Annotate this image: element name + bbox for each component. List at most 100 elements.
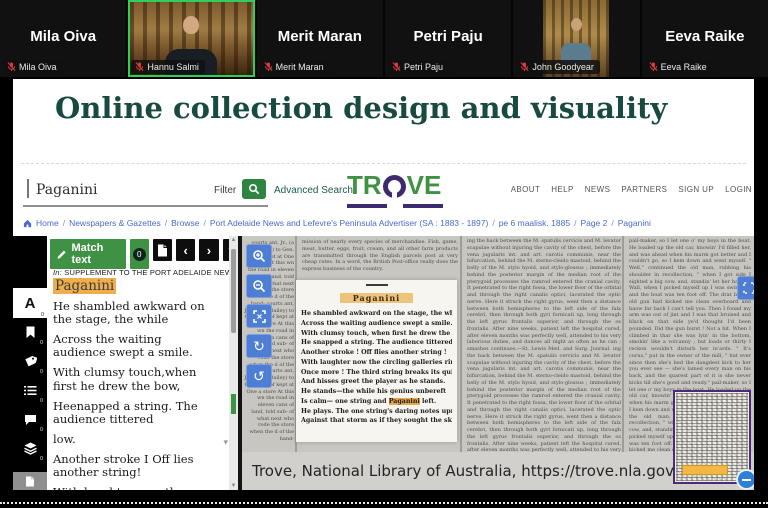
bookmark-icon — [26, 326, 34, 338]
list-button[interactable]: 0 — [13, 376, 47, 405]
menu-help[interactable]: HELP — [551, 185, 574, 194]
layers-icon — [23, 442, 37, 455]
search-input[interactable]: Paganini — [36, 182, 97, 198]
article-body: He shambled awkward on the stage, the wh… — [301, 310, 452, 425]
filter-button[interactable]: Filter — [214, 185, 236, 196]
transcription-panel: Match text 0 ‹ › ? In: SUPPLEMENT TO THE… — [47, 236, 229, 490]
text-line: Another stroke I Off lies another string… — [53, 451, 194, 480]
participant-label: Petri Paju — [387, 60, 450, 74]
zoom-out-button[interactable] — [246, 274, 272, 298]
pencil-icon — [57, 250, 66, 259]
mic-muted-icon — [520, 62, 529, 72]
divider — [21, 163, 746, 164]
previous-article-button[interactable]: ‹ — [175, 238, 197, 262]
menu-login[interactable]: LOGIN — [725, 185, 752, 194]
participant-tile[interactable]: Eeva Raike Eeva Raike — [641, 0, 768, 77]
menu-signup[interactable]: SIGN UP — [678, 185, 714, 194]
article-title-highlight: Paganini — [339, 293, 414, 303]
expand-view-button[interactable] — [737, 276, 754, 300]
participant-tile[interactable]: John Goodyear — [513, 0, 640, 77]
expand-icon — [743, 282, 754, 294]
search-icon — [248, 183, 260, 195]
correction-count-badge: 0 — [132, 247, 146, 261]
text-line: Heenapped a string. The audience tittere… — [53, 398, 198, 426]
participant-label: Eeva Raike — [644, 60, 713, 74]
breadcrumb-newspaper-title[interactable]: Port Adelaide News and Lefevre's Peninsu… — [210, 218, 489, 228]
breadcrumb-home[interactable]: Home — [36, 218, 59, 228]
match-text-button[interactable]: Match text — [49, 238, 127, 270]
scroll-up-icon[interactable]: ▲ — [229, 237, 238, 243]
participant-tile-active-speaker[interactable]: Hannu Salmi — [128, 0, 255, 77]
breadcrumb-browse[interactable]: Browse — [171, 218, 199, 228]
text-cursor — [27, 179, 29, 198]
mic-muted-icon — [649, 62, 658, 72]
minimap-collapse-button[interactable] — [736, 469, 754, 490]
comment-button[interactable]: 0 — [13, 405, 47, 434]
breadcrumb-date[interactable]: pe 6 maalisk. 1885 — [499, 218, 570, 228]
logo-underline — [403, 204, 443, 208]
mic-muted-icon — [264, 62, 273, 72]
menu-news[interactable]: NEWS — [585, 185, 611, 194]
scroll-down-icon[interactable]: ▼ — [229, 483, 238, 489]
menu-partners[interactable]: PARTNERS — [621, 185, 667, 194]
participant-tile[interactable]: Mila Oiva Mila Oiva — [0, 0, 127, 77]
menu-about[interactable]: ABOUT — [511, 185, 541, 194]
rotate-cw-icon: ↻ — [253, 338, 265, 354]
newspaper-viewer[interactable]: courts ant, Jr., (a Mt. Bailey) to Gen. … — [242, 236, 754, 490]
viewer-main: A 0 0 0 0 0 0 Match text 0 ‹ › In: SUPPL… — [13, 236, 754, 490]
text-size-button[interactable]: A 0 — [13, 288, 47, 318]
breadcrumb-query[interactable]: Paganini — [618, 218, 651, 228]
search-term-highlight: Paganini — [53, 278, 117, 294]
text-line: With clumsy touch,when first he drew the… — [53, 365, 197, 393]
document-icon — [157, 244, 167, 256]
tag-button[interactable]: 0 — [13, 347, 47, 376]
panel-scrollbar[interactable]: ▲ ▼ — [229, 236, 238, 490]
newspaper-column: mission of nearly every species of merch… — [302, 239, 458, 272]
rotate-ccw-icon: ↺ — [253, 368, 265, 384]
sidebar-top-box — [13, 236, 47, 288]
article-view-button[interactable] — [151, 238, 174, 262]
chevron-left-icon: ‹ — [183, 242, 188, 258]
transcribed-text[interactable]: He shambled awkward on the stage, the wh… — [53, 299, 217, 490]
correction-count-button[interactable]: 0 — [128, 238, 150, 270]
breadcrumb-page[interactable]: Page 2 — [580, 218, 607, 228]
page-view-button[interactable] — [13, 472, 47, 490]
slide-caption: Trove, National Library of Australia, ht… — [252, 462, 702, 480]
advanced-search-link[interactable]: Advanced Search — [274, 185, 353, 196]
participant-label: Hannu Salmi — [131, 60, 205, 74]
rotate-ccw-button[interactable]: ↺ — [246, 364, 272, 388]
search-button[interactable] — [242, 179, 266, 199]
text-line: He shambled awkward on the stage, the wh… — [53, 299, 205, 327]
zoom-in-button[interactable] — [246, 244, 272, 268]
rotate-cw-button[interactable]: ↻ — [246, 334, 272, 358]
zoom-out-icon — [253, 280, 266, 293]
newspaper-column: ing the back between the M. spatulis cer… — [467, 238, 621, 452]
search-underline — [23, 205, 268, 207]
participant-tile[interactable]: Petri Paju Petri Paju — [384, 0, 512, 77]
breadcrumb-newspapers[interactable]: Newspapers & Gazettes — [69, 218, 161, 228]
mic-muted-icon — [135, 62, 144, 72]
minus-icon — [742, 478, 751, 481]
search-result-marker — [231, 394, 236, 414]
scroll-more-icon: ▾ — [223, 437, 228, 447]
minimap-highlight — [682, 465, 728, 475]
home-icon — [23, 219, 32, 227]
video-strip: Mila Oiva Mila Oiva Hannu Salmi Merit Ma… — [0, 0, 768, 77]
logo-underline — [347, 204, 387, 208]
mic-muted-icon — [7, 62, 16, 72]
top-menu: ABOUT HELP NEWS PARTNERS SIGN UP LOGIN — [511, 185, 752, 194]
next-article-button[interactable]: › — [198, 238, 220, 262]
help-button[interactable]: ? — [221, 238, 229, 262]
page-icon — [26, 476, 34, 486]
page-title: Online collection design and visuality — [55, 91, 668, 125]
participant-tile[interactable]: Merit Maran Merit Maran — [256, 0, 383, 77]
participant-label: Mila Oiva — [3, 60, 63, 74]
comment-icon — [24, 414, 36, 425]
article-highlight-block[interactable]: Paganini He shambled awkward on the stag… — [296, 280, 457, 442]
bookmark-button[interactable]: 0 — [13, 318, 47, 347]
fullscreen-button[interactable] — [246, 304, 272, 328]
scrollbar-thumb[interactable] — [231, 249, 236, 333]
page-minimap[interactable] — [673, 390, 754, 490]
layers-button[interactable]: 0 — [13, 434, 47, 463]
trove-logo[interactable]: TRVE — [347, 172, 447, 208]
